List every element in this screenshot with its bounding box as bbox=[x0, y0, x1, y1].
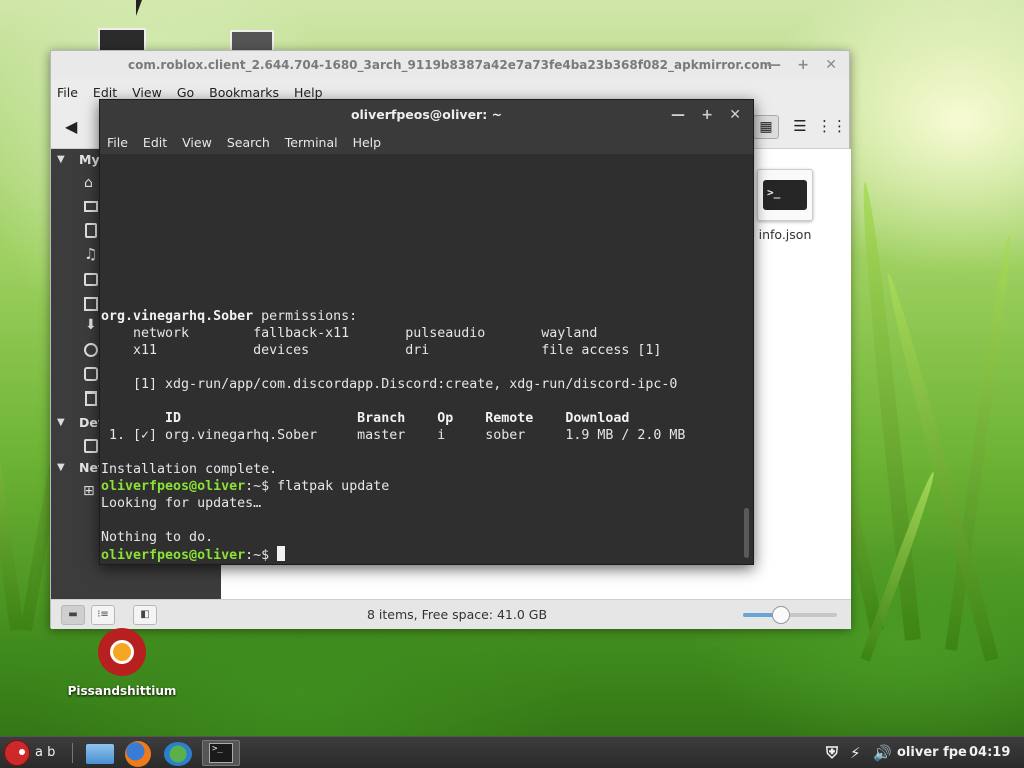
maximize-icon[interactable]: + bbox=[797, 51, 809, 79]
status-bar: ▬ ⁝≡ ◧ 8 items, Free space: 41.0 GB bbox=[51, 599, 851, 629]
folder-icon bbox=[86, 744, 114, 764]
tree-toggle-button[interactable]: ⁝≡ bbox=[91, 605, 115, 625]
mouse-cursor-icon bbox=[136, 0, 142, 16]
menu-file[interactable]: File bbox=[57, 85, 78, 100]
internet-launcher[interactable] bbox=[164, 740, 196, 766]
menu-view[interactable]: View bbox=[182, 135, 212, 150]
terminal-line: network fallback-x11 pulseaudio wayland bbox=[101, 326, 598, 341]
desktop-thumbnail[interactable] bbox=[98, 28, 146, 52]
desktop-icon-pissandshittium[interactable]: Pissandshittium bbox=[62, 628, 182, 698]
terminal-table-header: ID Branch Op Remote Download bbox=[101, 411, 630, 426]
firefox-launcher[interactable] bbox=[125, 740, 155, 767]
desktop-icon-label: Pissandshittium bbox=[67, 684, 177, 698]
volume-icon[interactable]: 🔊 bbox=[873, 737, 892, 768]
pictures-icon[interactable] bbox=[84, 273, 98, 286]
expand-arrow-icon[interactable]: ▼ bbox=[57, 417, 65, 428]
minimize-icon[interactable]: — bbox=[671, 100, 685, 130]
compact-view-icon[interactable]: ⋮⋮ bbox=[817, 115, 847, 139]
minimize-icon[interactable]: — bbox=[767, 51, 781, 79]
terminal-icon: >_ bbox=[209, 743, 233, 763]
filesystem-icon[interactable] bbox=[84, 367, 98, 381]
window-title: com.roblox.client_2.644.704-1680_3arch_9… bbox=[51, 51, 849, 79]
angry-bird-icon bbox=[4, 740, 30, 766]
terminal-prompt-line: oliverfpeos@oliver:~$ flatpak update bbox=[101, 479, 390, 494]
taskbar-separator bbox=[72, 743, 73, 763]
menu-edit[interactable]: Edit bbox=[143, 135, 167, 150]
music-icon[interactable]: ♫ bbox=[84, 245, 97, 263]
terminal-table-row: 1. [✓] org.vinegarhq.Sober master i sobe… bbox=[101, 428, 686, 443]
maximize-icon[interactable]: + bbox=[701, 100, 713, 130]
list-view-icon[interactable]: ☰ bbox=[787, 115, 813, 139]
terminal-task-button[interactable]: >_ bbox=[202, 740, 240, 766]
start-menu-button[interactable] bbox=[4, 740, 32, 766]
drive-icon[interactable] bbox=[84, 439, 98, 453]
zoom-slider[interactable] bbox=[743, 606, 837, 624]
close-icon[interactable]: ✕ bbox=[729, 100, 741, 130]
menu-edit[interactable]: Edit bbox=[93, 85, 117, 100]
clock-time[interactable]: 04:19 bbox=[969, 737, 1010, 768]
menu-search[interactable]: Search bbox=[227, 135, 270, 150]
menu-help[interactable]: Help bbox=[294, 85, 323, 100]
menu-go[interactable]: Go bbox=[177, 85, 194, 100]
globe-icon bbox=[164, 742, 192, 766]
text-cursor bbox=[277, 546, 286, 561]
terminal-prompt-line: oliverfpeos@oliver:~$ bbox=[101, 546, 286, 563]
menu-help[interactable]: Help bbox=[353, 135, 382, 150]
close-icon[interactable]: ✕ bbox=[825, 51, 837, 79]
chromium-icon bbox=[98, 628, 146, 676]
videos-icon[interactable] bbox=[84, 297, 98, 311]
downloads-icon[interactable]: ⬇ bbox=[85, 317, 97, 333]
start-menu-label[interactable]: a b bbox=[35, 737, 55, 768]
icon-view-icon[interactable]: ▦ bbox=[753, 115, 779, 139]
taskbar: a b >_ ⛨ ⚡ 🔊 oliver fpe 04:19 bbox=[0, 736, 1024, 768]
terminal-line: Installation complete. bbox=[101, 462, 278, 477]
terminal-window: oliverfpeos@oliver: ~ — + ✕ File Edit Vi… bbox=[99, 99, 754, 565]
recent-icon[interactable] bbox=[84, 343, 98, 357]
terminal-menu-bar: File Edit View Search Terminal Help bbox=[100, 130, 753, 154]
status-text: 8 items, Free space: 41.0 GB bbox=[367, 607, 548, 622]
terminal-line: [1] xdg-run/app/com.discordapp.Discord:c… bbox=[101, 377, 678, 392]
terminal-line: Looking for updates… bbox=[101, 496, 262, 511]
terminal-line: x11 devices dri file access [1] bbox=[101, 343, 662, 358]
menu-bookmarks[interactable]: Bookmarks bbox=[209, 85, 279, 100]
menu-file[interactable]: File bbox=[107, 135, 128, 150]
sidebar-section-my-computer[interactable]: My bbox=[79, 152, 100, 167]
zoom-slider-knob[interactable] bbox=[771, 606, 790, 624]
home-icon[interactable]: ⌂ bbox=[84, 175, 93, 191]
terminal-output[interactable]: org.vinegarhq.Sober permissions: network… bbox=[101, 154, 741, 564]
places-toggle-button[interactable]: ▬ bbox=[61, 605, 85, 625]
file-name: info.json bbox=[758, 227, 812, 242]
shield-icon[interactable]: ⛨ bbox=[826, 737, 838, 768]
file-item[interactable]: >_ info.json bbox=[753, 169, 817, 242]
terminal-title: oliverfpeos@oliver: ~ — + ✕ bbox=[100, 100, 753, 130]
back-icon[interactable]: ◀ bbox=[65, 117, 77, 136]
expand-arrow-icon[interactable]: ▼ bbox=[57, 154, 65, 165]
firefox-icon bbox=[125, 741, 151, 767]
terminal-scrollbar[interactable] bbox=[744, 508, 749, 558]
file-manager-launcher[interactable] bbox=[86, 740, 116, 766]
sidebar-toggle-button[interactable]: ◧ bbox=[133, 605, 157, 625]
menu-view[interactable]: View bbox=[132, 85, 162, 100]
desktop-thumbnail[interactable] bbox=[230, 30, 274, 52]
network-icon[interactable]: ⊞ bbox=[83, 483, 95, 499]
terminal-file-icon: >_ bbox=[757, 169, 813, 221]
network-tray-icon[interactable]: ⚡ bbox=[850, 737, 861, 768]
expand-arrow-icon[interactable]: ▼ bbox=[57, 462, 65, 473]
desktop-icon[interactable] bbox=[84, 201, 98, 212]
documents-icon[interactable] bbox=[85, 223, 97, 238]
menu-terminal[interactable]: Terminal bbox=[285, 135, 338, 150]
terminal-line: Nothing to do. bbox=[101, 530, 214, 545]
trash-icon[interactable] bbox=[85, 391, 97, 406]
clock-user[interactable]: oliver fpe bbox=[897, 737, 967, 768]
terminal-line: org.vinegarhq.Sober permissions: bbox=[101, 309, 358, 324]
